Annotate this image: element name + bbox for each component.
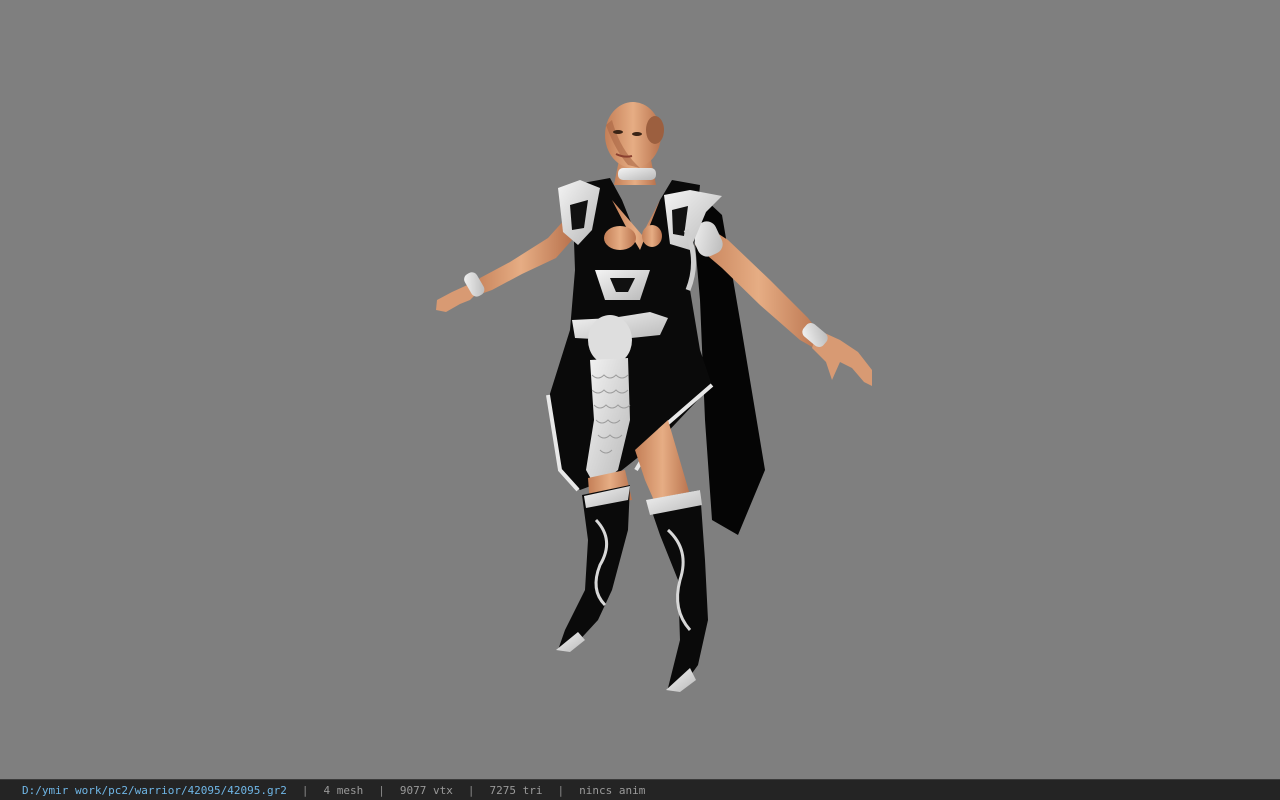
status-bar: D:/ymir work/pc2/warrior/42095/42095.gr2… — [0, 779, 1280, 800]
separator: | — [467, 783, 475, 797]
vertex-count: 9077 vtx — [399, 783, 453, 797]
animation-info: nincs anim — [579, 783, 646, 797]
triangle-count: 7275 tri — [489, 783, 543, 797]
choker — [618, 168, 656, 180]
hair-bun — [646, 116, 664, 144]
separator: | — [378, 783, 385, 797]
chest-left — [604, 226, 636, 250]
separator: | — [557, 783, 565, 797]
left-boot — [558, 485, 630, 650]
chest-right — [642, 225, 662, 247]
separator: | — [301, 783, 309, 797]
belt-buckle — [588, 315, 632, 365]
file-path: D:/ymir work/pc2/warrior/42095/42095.gr2 — [22, 783, 287, 797]
mesh-count: 4 mesh — [323, 783, 364, 797]
left-arm — [470, 218, 572, 295]
character-model[interactable] — [0, 0, 1280, 779]
3d-viewport[interactable] — [0, 0, 1280, 779]
right-eye — [632, 132, 642, 136]
left-eye — [613, 130, 623, 134]
